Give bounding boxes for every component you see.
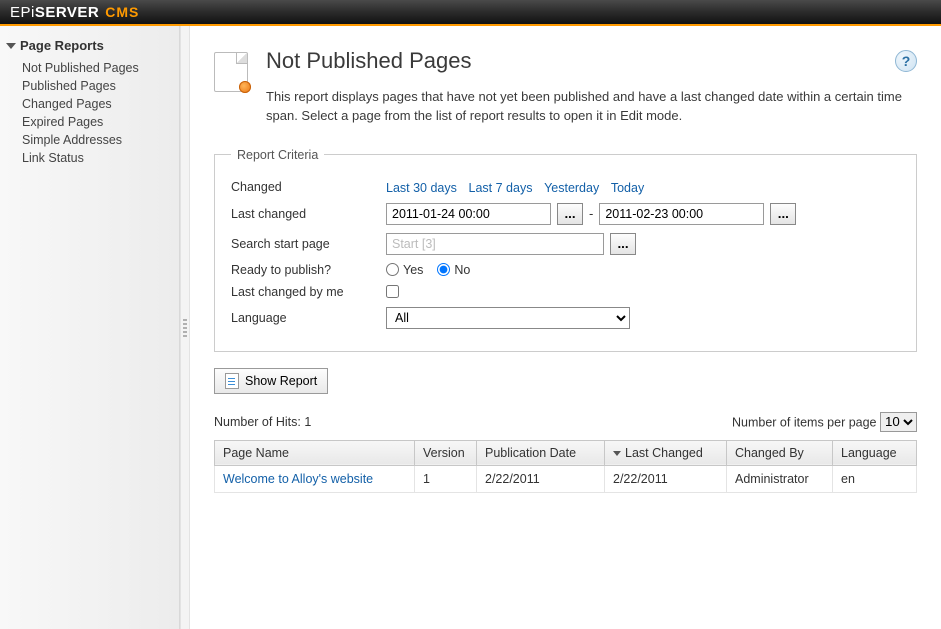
date-to-picker-button[interactable]: ... [770,203,796,225]
date-separator: - [589,206,593,221]
result-version: 1 [415,465,477,492]
result-changed-by: Administrator [727,465,833,492]
results-table: Page Name Version Publication Date Last … [214,440,917,493]
caret-down-icon [6,43,16,49]
result-language: en [833,465,917,492]
ready-yes-radio[interactable] [386,263,399,276]
show-report-button[interactable]: Show Report [214,368,328,394]
main-panel: Not Published Pages ? This report displa… [190,26,941,629]
page-document-icon [214,52,248,92]
report-icon [225,373,239,389]
col-pub-date[interactable]: Publication Date [477,440,605,465]
top-bar: EPiSERVER CMS [0,0,941,26]
splitter-handle[interactable] [180,26,190,629]
sidebar-item-published[interactable]: Published Pages [22,77,179,95]
result-pub-date: 2/22/2011 [477,465,605,492]
last-changed-label: Last changed [231,207,386,221]
sidebar-item-changed[interactable]: Changed Pages [22,95,179,113]
date-from-input[interactable] [386,203,551,225]
col-page-name[interactable]: Page Name [215,440,415,465]
per-page-control: Number of items per page 10 [732,412,917,432]
changed-label: Changed [231,180,386,194]
sidebar: Page Reports Not Published Pages Publish… [0,26,180,629]
help-icon[interactable]: ? [895,50,917,72]
show-report-label: Show Report [245,374,317,388]
start-page-input[interactable] [386,233,604,255]
page-title: Not Published Pages [266,48,471,74]
sidebar-section-title: Page Reports [20,38,104,53]
start-page-label: Search start page [231,237,386,251]
result-page-link[interactable]: Welcome to Alloy's website [223,472,373,486]
preset-today[interactable]: Today [611,181,644,195]
hits-count: Number of Hits: 1 [214,415,311,429]
table-row: Welcome to Alloy's website 1 2/22/2011 2… [215,465,917,492]
start-page-picker-button[interactable]: ... [610,233,636,255]
ready-yes-label: Yes [403,263,423,277]
col-language[interactable]: Language [833,440,917,465]
criteria-legend: Report Criteria [231,148,324,162]
grip-icon [183,319,187,337]
date-to-input[interactable] [599,203,764,225]
per-page-label: Number of items per page [732,415,877,429]
preset-yesterday[interactable]: Yesterday [544,181,599,195]
ready-yes-option[interactable]: Yes [386,263,423,277]
col-changed-by[interactable]: Changed By [727,440,833,465]
brand-suffix: CMS [105,4,139,20]
brand-text: EPiSERVER [10,4,99,21]
sidebar-item-simple-addresses[interactable]: Simple Addresses [22,131,179,149]
by-me-label: Last changed by me [231,285,386,299]
by-me-checkbox[interactable] [386,285,399,298]
preset-last-30-days[interactable]: Last 30 days [386,181,457,195]
sidebar-list: Not Published Pages Published Pages Chan… [0,57,179,167]
sidebar-section-toggle[interactable]: Page Reports [0,34,179,57]
col-last-changed[interactable]: Last Changed [605,440,727,465]
ready-no-radio[interactable] [437,263,450,276]
per-page-select[interactable]: 10 [880,412,917,432]
page-description: This report displays pages that have not… [266,88,917,126]
sidebar-item-not-published[interactable]: Not Published Pages [22,59,179,77]
sidebar-item-expired[interactable]: Expired Pages [22,113,179,131]
brand-logo: EPiSERVER CMS [10,4,139,21]
date-from-picker-button[interactable]: ... [557,203,583,225]
sort-desc-icon [613,451,621,456]
ready-no-option[interactable]: No [437,263,470,277]
preset-last-7-days[interactable]: Last 7 days [469,181,533,195]
ready-label: Ready to publish? [231,263,386,277]
ready-no-label: No [454,263,470,277]
sidebar-item-link-status[interactable]: Link Status [22,149,179,167]
language-select[interactable]: All [386,307,630,329]
report-criteria-fieldset: Report Criteria Changed Last 30 days Las… [214,148,917,352]
result-last-changed: 2/22/2011 [605,465,727,492]
language-label: Language [231,311,386,325]
col-version[interactable]: Version [415,440,477,465]
